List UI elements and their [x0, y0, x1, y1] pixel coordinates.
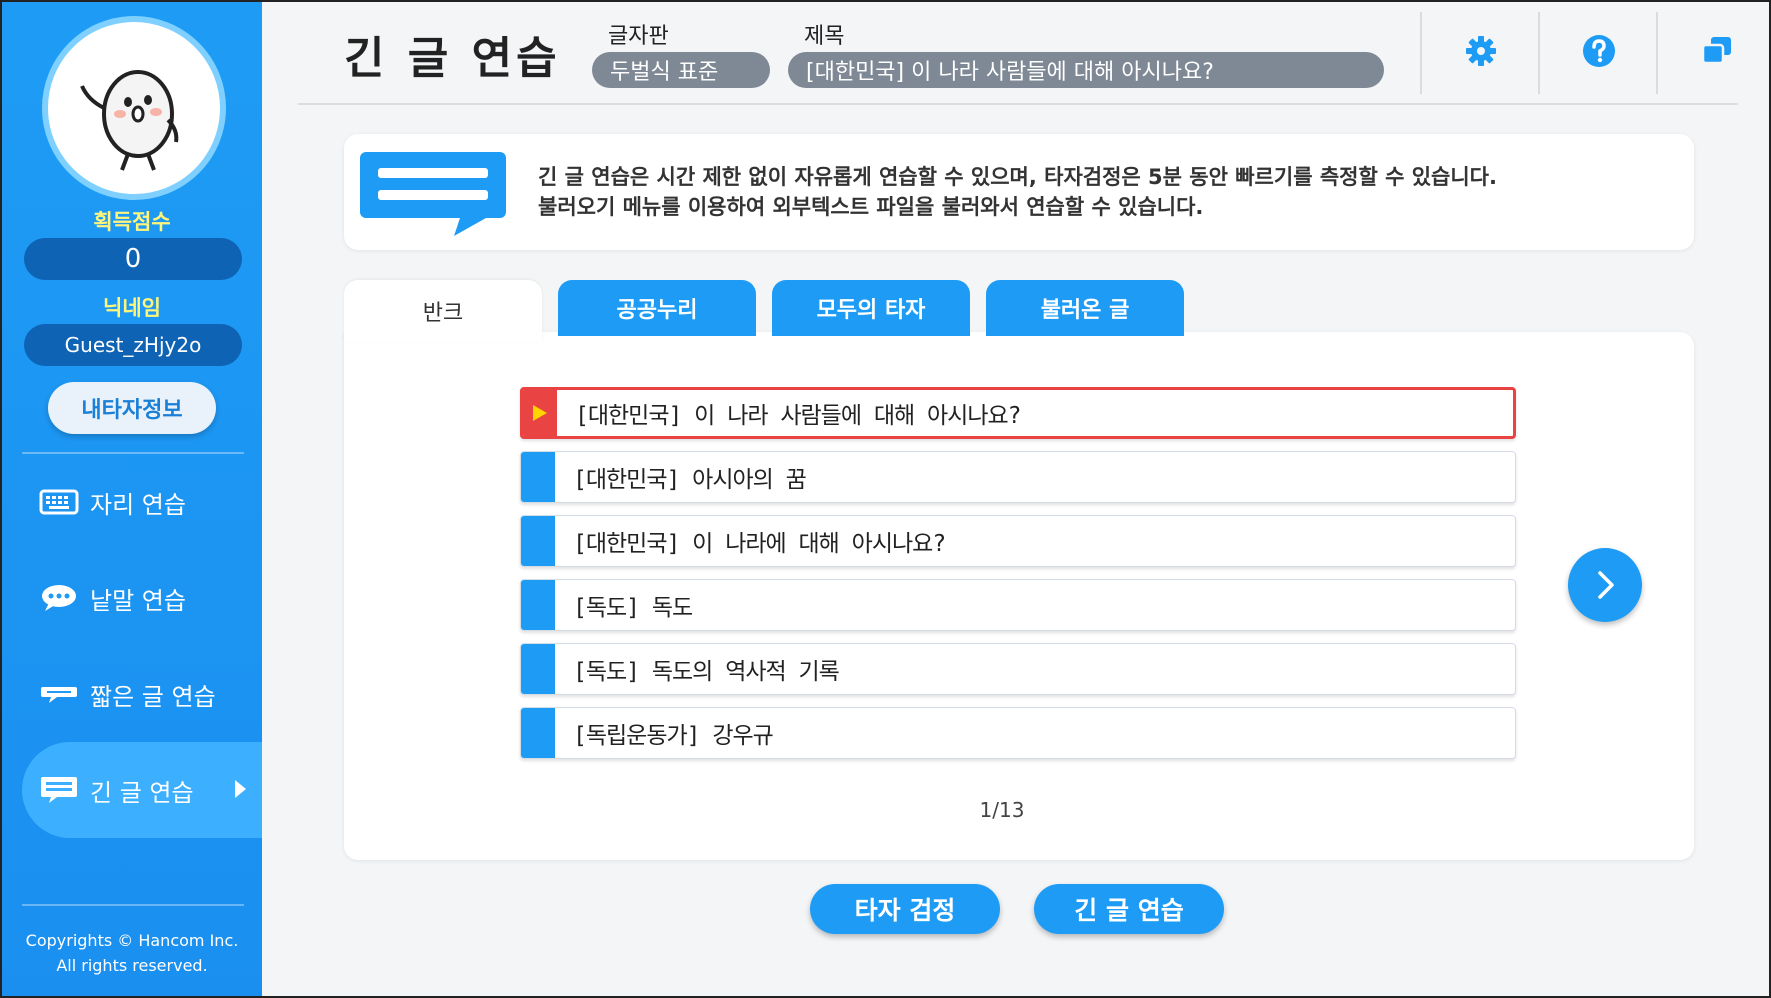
copyright-line: All rights reserved. — [56, 956, 208, 975]
app-window: 획득점수 0 닉네임 Guest_zHjy2o 내타자정보 자리 연습 낱말 연… — [0, 0, 1771, 998]
list-item[interactable]: [독립운동가] 강우규 — [520, 707, 1516, 759]
list-item-marker — [521, 644, 555, 694]
header-separator — [298, 103, 1738, 105]
settings-button[interactable] — [1462, 32, 1500, 70]
my-typing-info-button[interactable]: 내타자정보 — [48, 382, 216, 434]
list-item-marker — [521, 708, 555, 758]
nav-item-word-practice[interactable]: 낱말 연습 — [22, 550, 262, 646]
nickname-value: Guest_zHjy2o — [64, 333, 202, 357]
list-item-marker — [521, 452, 555, 502]
nav-item-label: 긴 글 연습 — [90, 778, 194, 807]
keyboard-layout-value: 두벌식 표준 — [610, 60, 719, 85]
sidebar: 획득점수 0 닉네임 Guest_zHjy2o 내타자정보 자리 연습 낱말 연… — [2, 2, 262, 996]
nav-item-label: 짧은 글 연습 — [90, 682, 216, 711]
list-item-label: [대한민국] 이 나라 사람들에 대해 아시나요? — [575, 403, 1021, 429]
list-item-marker — [521, 516, 555, 566]
page-title: 긴 글 연습 — [344, 33, 561, 84]
active-arrow-icon — [235, 780, 246, 798]
window-mode-button[interactable] — [1698, 32, 1736, 70]
long-practice-button[interactable]: 긴 글 연습 — [1034, 884, 1224, 934]
help-icon — [1583, 35, 1615, 67]
next-page-button[interactable] — [1568, 548, 1642, 622]
list-item-marker — [521, 580, 555, 630]
nav-item-key-practice[interactable]: 자리 연습 — [22, 454, 262, 550]
help-button[interactable] — [1580, 32, 1618, 70]
nav-item-short-text-practice[interactable]: 짧은 글 연습 — [22, 646, 262, 742]
avatar — [42, 16, 226, 200]
subject-selector[interactable]: [대한민국] 이 나라 사람들에 대해 아시나요? — [788, 52, 1384, 88]
window-icon — [1701, 37, 1731, 65]
list-item[interactable]: [대한민국] 아시아의 꿈 — [520, 451, 1516, 503]
speech-bubble-icon — [38, 583, 80, 613]
info-line: 불러오기 메뉴를 이용하여 외부텍스트 파일을 불러와서 연습할 수 있습니다. — [538, 195, 1204, 219]
list-item[interactable]: [대한민국] 이 나라에 대해 아시나요? — [520, 515, 1516, 567]
gear-icon — [1466, 36, 1496, 66]
chevron-right-icon — [1598, 571, 1614, 599]
keyboard-layout-selector[interactable]: 두벌식 표준 — [592, 52, 770, 88]
list-item-label: [독도] 독도의 역사적 기록 — [573, 659, 840, 685]
subject-label: 제목 — [804, 24, 845, 49]
nickname-display: Guest_zHjy2o — [24, 324, 242, 366]
play-icon — [533, 405, 547, 421]
keyboard-icon — [38, 487, 80, 517]
tab-public-nuri[interactable]: 공공누리 — [558, 280, 756, 336]
short-text-icon — [38, 679, 80, 709]
copyright-line: Copyrights © Hancom Inc. — [25, 931, 239, 950]
list-item[interactable]: [대한민국] 이 나라 사람들에 대해 아시나요? — [520, 387, 1516, 439]
mascot-icon — [80, 70, 179, 171]
header-divider — [1420, 12, 1422, 94]
nav-item-label: 낱말 연습 — [90, 586, 186, 615]
nickname-label: 닉네임 — [103, 296, 161, 320]
list-item-label: [독립운동가] 강우규 — [573, 723, 774, 749]
list-item[interactable]: [독도] 독도의 역사적 기록 — [520, 643, 1516, 695]
long-text-icon — [38, 775, 80, 805]
score-display: 0 — [24, 238, 242, 280]
copyright: Copyrights © Hancom Inc. All rights rese… — [2, 928, 262, 978]
subject-value: [대한민국] 이 나라 사람들에 대해 아시나요? — [806, 60, 1214, 85]
keyboard-layout-label: 글자판 — [608, 24, 669, 49]
list-item[interactable]: [독도] 독도 — [520, 579, 1516, 631]
page-indicator: 1/13 — [979, 798, 1025, 822]
tab-everyone-typing[interactable]: 모두의 타자 — [772, 280, 970, 336]
nav-item-long-text-practice[interactable]: 긴 글 연습 — [22, 742, 262, 838]
sidebar-divider — [22, 904, 244, 906]
nav-item-label: 자리 연습 — [90, 490, 186, 519]
header-divider — [1538, 12, 1540, 94]
list-item-marker — [523, 390, 557, 436]
score-label: 획득점수 — [93, 210, 171, 234]
message-icon — [360, 152, 510, 240]
list-item-label: [대한민국] 이 나라에 대해 아시나요? — [573, 531, 946, 557]
score-value: 0 — [124, 244, 142, 274]
header-divider — [1656, 12, 1658, 94]
list-item-label: [독도] 독도 — [573, 595, 693, 621]
typing-test-button[interactable]: 타자 검정 — [810, 884, 1000, 934]
info-line: 긴 글 연습은 시간 제한 없이 자유롭게 연습할 수 있으며, 타자검정은 5… — [538, 165, 1497, 189]
tab-bank[interactable]: 반크 — [344, 280, 542, 342]
list-item-label: [대한민국] 아시아의 꿈 — [573, 467, 807, 493]
info-box: 긴 글 연습은 시간 제한 없이 자유롭게 연습할 수 있으며, 타자검정은 5… — [344, 134, 1694, 250]
info-text: 긴 글 연습은 시간 제한 없이 자유롭게 연습할 수 있으며, 타자검정은 5… — [538, 162, 1497, 222]
tab-loaded-text[interactable]: 불러온 글 — [986, 280, 1184, 336]
